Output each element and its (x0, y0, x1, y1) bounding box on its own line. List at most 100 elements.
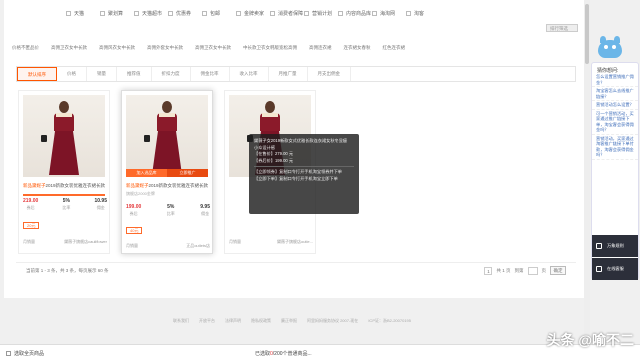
coupon-badge[interactable]: 40元 (126, 227, 143, 234)
checkbox-box[interactable] (202, 10, 207, 16)
title-brand: 黛妮子 (135, 183, 149, 188)
category-link[interactable]: 高佣风衣女中长款 (99, 45, 135, 51)
main-content: 天猫 聚划算 天猫超市 优惠券 包邮 金牌卖家 消费者保障 营销计划 内容商品库 海淘网 淘客 排行… (4, 0, 584, 298)
online-service-button[interactable]: 在线客服 (592, 258, 638, 280)
go-to-label: 到第 (514, 267, 524, 273)
scrollbar-thumb[interactable] (585, 4, 589, 64)
coupon-badge[interactable]: 20元 (23, 222, 40, 229)
product-image[interactable] (126, 95, 208, 177)
faq-link[interactable]: 怎么设置营销推广佣金？ (592, 73, 638, 87)
dress-skirt (49, 131, 79, 175)
sort-tab[interactable]: 推荐值 (117, 67, 152, 81)
checkbox-box[interactable] (134, 10, 139, 16)
filter-label: 优惠券 (176, 10, 192, 17)
checkbox-box[interactable] (406, 10, 411, 16)
checkbox-box[interactable] (168, 10, 173, 16)
commission-value: 10.95 (94, 198, 107, 204)
checkbox-box[interactable] (372, 10, 377, 16)
select-all-checkbox[interactable] (6, 351, 11, 356)
category-link[interactable]: 红色连衣裙 (383, 45, 406, 51)
shop-name[interactable]: 黛薇子旗舰店cauliflower (64, 239, 107, 245)
dress-collar (262, 113, 278, 117)
handbag (41, 135, 47, 142)
checkbox-box[interactable] (270, 10, 275, 16)
sort-tab[interactable]: 销量 (87, 67, 117, 81)
add-to-library-button[interactable]: 加入选品库 (126, 169, 167, 177)
sort-tab[interactable]: 折扣力度 (152, 67, 191, 81)
filter-checkbox[interactable]: 消费者保障 (270, 10, 304, 17)
monthly-sales: 月销量 (23, 239, 35, 244)
product-card[interactable]: 加入选品库 立即推广 新品黛妮子2019新款女装优雅连衣裙长款 旗舰店2000金… (121, 90, 213, 254)
checkbox-box[interactable] (236, 10, 241, 16)
footer-link[interactable]: 阿里妈妈服务协议 2007-现在 (307, 318, 358, 324)
filter-checkbox[interactable]: 海淘网 (372, 10, 406, 17)
product-title[interactable]: 新品黛妮子2019新款女装优雅连衣裙长款 (23, 183, 107, 190)
sort-tab[interactable]: 月支出佣金 (308, 67, 351, 81)
footer-link[interactable]: 开放平台 (199, 318, 215, 324)
checkbox-box[interactable] (100, 10, 105, 16)
category-link[interactable]: 高佣卫衣女中长款 (51, 45, 87, 51)
faq-link[interactable]: 淘宝客怎么去线推广链接？ (592, 87, 638, 101)
page-1-button[interactable]: 1 (484, 266, 493, 275)
filter-checkbox[interactable]: 营销计划 (304, 10, 338, 17)
mascot-icon[interactable] (596, 36, 624, 58)
filter-checkbox[interactable]: 内容商品库 (338, 10, 372, 17)
scrollbar[interactable] (584, 0, 590, 344)
title-text: 2019新款女装优雅连衣裙长款 (45, 183, 106, 188)
ranking-select[interactable]: 排行筛选 (546, 24, 578, 32)
sort-tab[interactable]: 收入比率 (230, 67, 269, 81)
checkbox-box[interactable] (304, 10, 309, 16)
category-link[interactable]: 高佣卫衣女中长款 (195, 45, 231, 51)
faq-link[interactable]: 营销活动，买家通过淘客推广链接下单付款，淘客会获得佣金吗？ (592, 135, 638, 160)
product-card[interactable]: 新品黛妮子2019新款女装优雅连衣裙长款 219.00 券后 5% 比率 10.95… (18, 90, 110, 254)
category-link[interactable]: 中长款卫衣女韩版宽松高佣 (243, 45, 297, 51)
tooltip-coupon-link[interactable]: 【立即领券】复制口令打开手机淘宝领券并下单 (254, 169, 354, 176)
select-all-label[interactable]: 选取全页商品 (14, 350, 44, 357)
confirm-page-button[interactable]: 确定 (550, 266, 566, 275)
shop-name[interactable]: 正品outlets店 (186, 243, 210, 249)
category-link[interactable]: 连衣裙女春秋 (344, 45, 371, 51)
sort-tab[interactable]: 默认排序 (17, 67, 57, 81)
filter-checkbox[interactable]: 优惠券 (168, 10, 202, 17)
faq-link[interactable]: 营销活动怎么设置？ (592, 101, 638, 110)
card-footer: 月销量 正品outlets店 (126, 243, 210, 249)
category-link[interactable]: 高佣外套女中长款 (147, 45, 183, 51)
filter-checkbox[interactable]: 淘客 (406, 10, 440, 17)
footer-link[interactable]: 隐私权政策 (251, 318, 271, 324)
mascot-eye (612, 45, 616, 49)
product-title[interactable]: 新品黛妮子2019新款女装优雅连衣裙长款 (126, 183, 210, 190)
shop-name[interactable]: 黛薇子旗舰店outle... (277, 239, 313, 245)
card-actions: 加入选品库 立即推广 (126, 169, 208, 177)
footer-link[interactable]: ICP证：浙B2-20070195 (368, 318, 411, 324)
filter-checkbox[interactable]: 天猫超市 (134, 10, 168, 17)
filter-label: 消费者保障 (278, 10, 304, 17)
mascot-eye (604, 45, 608, 49)
footer-link[interactable]: 廉正举报 (281, 318, 297, 324)
chat-icon (596, 266, 602, 272)
product-image[interactable] (23, 95, 105, 177)
footer-link[interactable]: 法律声明 (225, 318, 241, 324)
commission-label: 佣金 (201, 211, 210, 216)
sort-tab[interactable]: 价格 (57, 67, 87, 81)
category-link[interactable]: 价格不匿品价 (12, 45, 39, 51)
pagination-summary: 当前第 1 - 3 条，共 3 条，每页展示 60 条 (26, 267, 109, 273)
sort-tab[interactable]: 月推广量 (269, 67, 308, 81)
sort-tab[interactable]: 佣金比率 (191, 67, 230, 81)
promote-now-button[interactable]: 立即推广 (167, 169, 208, 177)
title-tag: 新品 (23, 183, 32, 188)
tooltip-order-link[interactable]: 【立即下单】复制口令打开手机淘宝立即下单 (254, 176, 354, 183)
filter-checkbox[interactable]: 包邮 (202, 10, 236, 17)
page-number-input[interactable] (527, 266, 538, 275)
footer-link[interactable]: 联系我们 (173, 318, 189, 324)
filter-checkbox[interactable]: 天猫 (66, 10, 100, 17)
checkbox-box[interactable] (338, 10, 343, 16)
rules-button[interactable]: 万象规则 (592, 235, 638, 257)
faq-link[interactable]: 可一个营销活动，买家通过推广链接下单，淘宝客会获得佣金吗？ (592, 110, 638, 135)
checkbox-box[interactable] (66, 10, 71, 16)
category-link[interactable]: 高佣连衣裙 (309, 45, 332, 51)
filter-checkbox[interactable]: 聚划算 (100, 10, 134, 17)
filter-label: 天猫超市 (142, 10, 163, 17)
commission-label: 佣金 (96, 205, 105, 210)
filter-checkbox[interactable]: 金牌卖家 (236, 10, 270, 17)
page-root: 天猫 聚划算 天猫超市 优惠券 包邮 金牌卖家 消费者保障 营销计划 内容商品库 海淘网 淘客 排行… (0, 0, 640, 362)
